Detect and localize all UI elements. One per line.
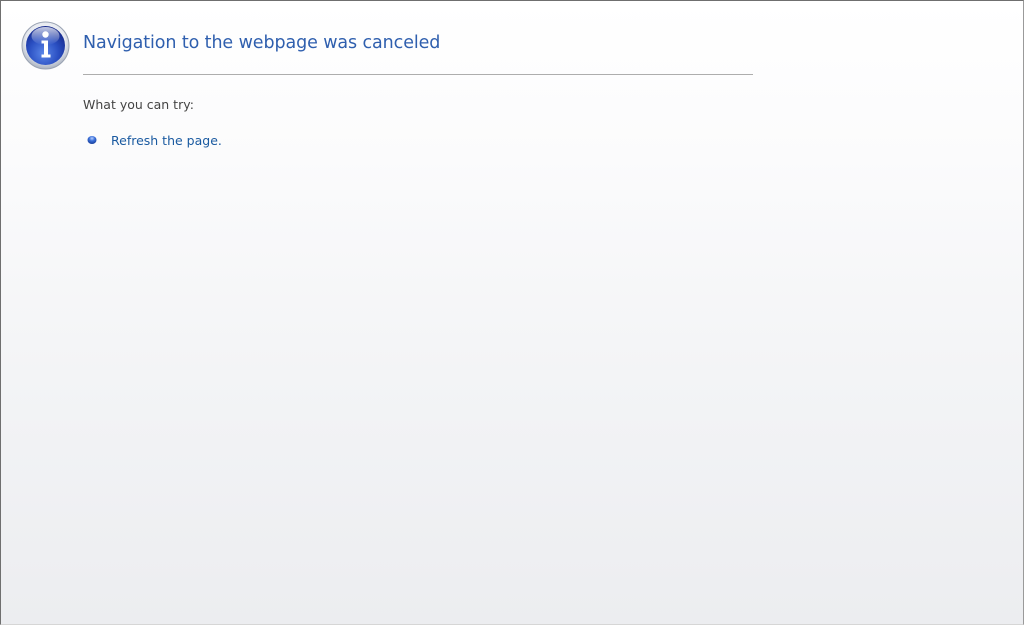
list-item: Refresh the page. [87,131,222,149]
title-divider [83,74,753,75]
error-page: Navigation to the webpage was canceled W… [0,0,1024,625]
refresh-page-link[interactable]: Refresh the page. [111,133,222,148]
bullet-icon [87,136,97,144]
suggestion-list: Refresh the page. [87,131,222,149]
what-you-can-try-label: What you can try: [83,97,194,112]
page-title: Navigation to the webpage was canceled [83,33,441,53]
info-icon [21,21,70,70]
